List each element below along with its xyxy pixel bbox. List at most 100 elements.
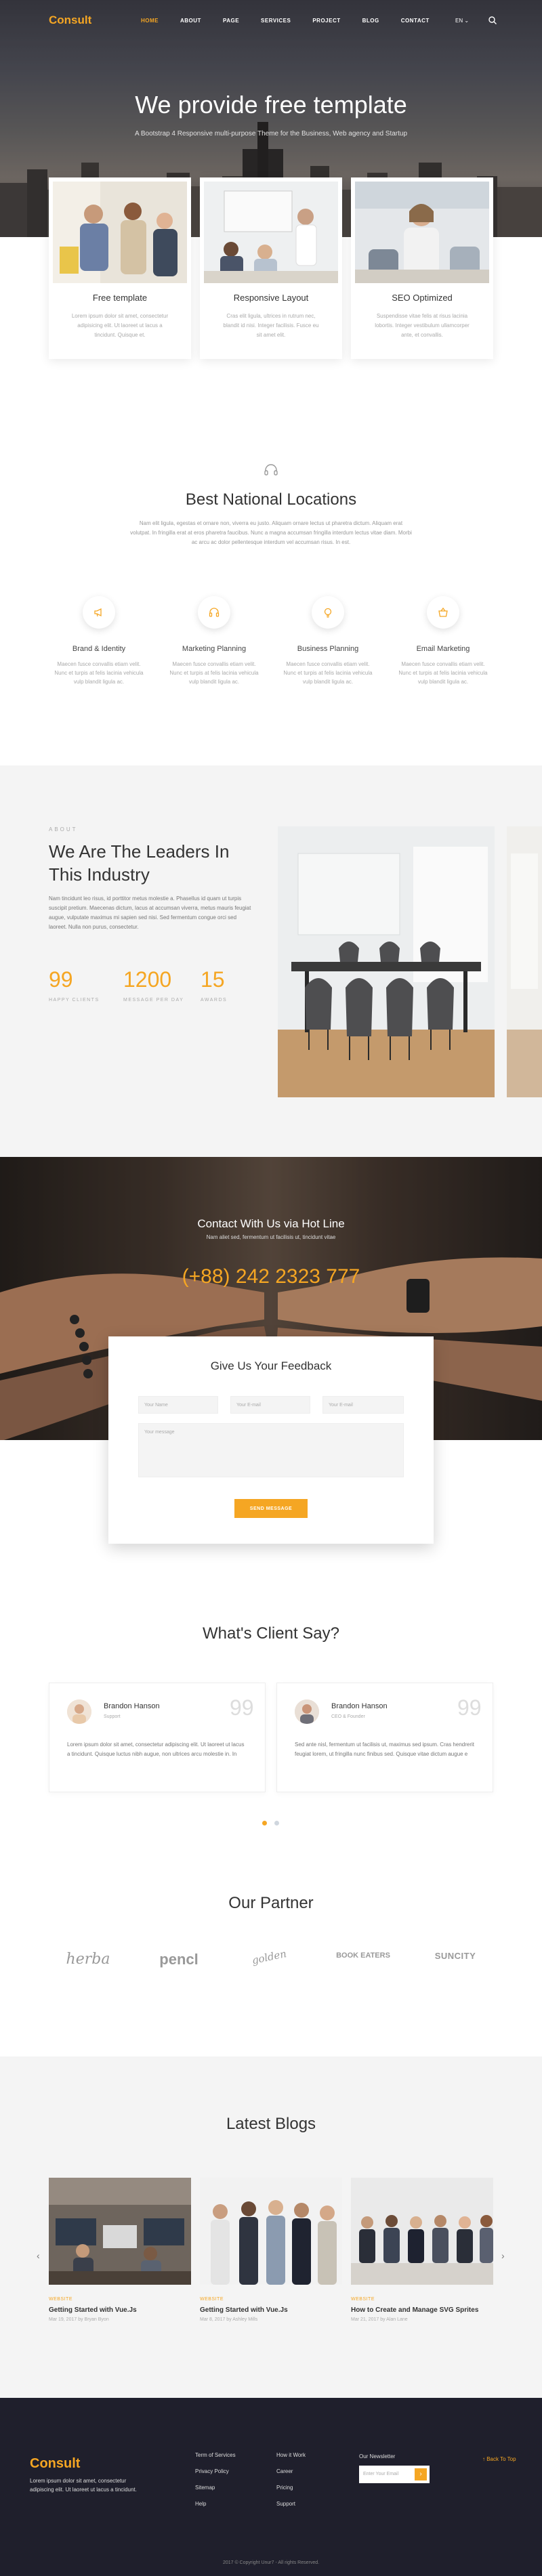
feature-title: Marketing Planning (182, 645, 247, 653)
service-card: Responsive Layout Cras elit ligula, ultr… (200, 177, 342, 359)
testimonial-card: Brandon Hanson Support 99 Lorem ipsum do… (49, 1683, 266, 1792)
hotline-subtitle: Nam aliet sed, fermentum ut facilisis ut… (206, 1234, 336, 1240)
back-to-top-link[interactable]: ↑ Back To Top (482, 2456, 516, 2462)
blog-image-waiting-room (351, 2178, 493, 2285)
blog-image-team (200, 2178, 342, 2285)
nav-item-services[interactable]: SERVICES (261, 18, 291, 24)
client-role: Support (104, 1714, 121, 1719)
client-name: Brandon Hanson (331, 1702, 388, 1710)
blog-image-office (49, 2178, 191, 2285)
nav-item-project[interactable]: PROJECT (312, 18, 340, 24)
newsletter-submit-icon[interactable]: › (415, 2468, 427, 2480)
blogs-title: Latest Blogs (226, 2115, 316, 2133)
footer-link-career[interactable]: Career (276, 2468, 293, 2474)
hotline-phone[interactable]: (+88) 242 2323 777 (0, 1265, 542, 1288)
stat-awards: 15 AWARDS (201, 967, 228, 1002)
about-title: We Are The Leaders In This Industry (49, 841, 230, 885)
feedback-title: Give Us Your Feedback (210, 1359, 332, 1372)
blog-meta: Mar 21, 2017 by Alan Lane (351, 2317, 408, 2322)
footer-link-support[interactable]: Support (276, 2501, 295, 2507)
partner-logo-suncity: SUNCITY (434, 1951, 476, 1961)
blog-category[interactable]: WEBSITE (200, 2297, 224, 2302)
search-icon[interactable] (488, 16, 497, 25)
basket-icon (438, 607, 448, 617)
send-message-button[interactable]: SEND MESSAGE (234, 1499, 308, 1518)
carousel-dot[interactable] (274, 1821, 279, 1825)
footer-about-text: Lorem ipsum dolor sit amet, consectetur … (30, 2478, 137, 2493)
service-title: Responsive Layout (233, 293, 309, 303)
feedback-form: Give Us Your Feedback Your Name Your E-m… (108, 1336, 434, 1544)
nav-item-home[interactable]: HOME (141, 18, 159, 24)
copyright: 2017 © Copyright Unur7 - All rights Rese… (222, 2560, 320, 2565)
service-image-team-meeting (53, 182, 187, 283)
footer-logo[interactable]: Consult (30, 2456, 80, 2472)
carousel-next-icon[interactable]: › (501, 2250, 505, 2261)
client-role: CEO & Founder (331, 1714, 365, 1719)
hero-subtitle: A Bootstrap 4 Responsive multi-purpose T… (134, 130, 408, 138)
email-input-secondary[interactable]: Your E-mail (322, 1396, 404, 1414)
locations-title: Best National Locations (185, 490, 357, 509)
nav-item-contact[interactable]: CONTACT (401, 18, 430, 24)
service-card: SEO Optimized Suspendisse vitae felis at… (351, 177, 493, 359)
feature-title: Email Marketing (416, 645, 470, 653)
service-title: Free template (92, 293, 148, 303)
partners-title: Our Partner (228, 1894, 314, 1912)
message-textarea[interactable]: Your message (138, 1423, 404, 1477)
partner-logo-pencl: pencl (159, 1951, 199, 1968)
avatar (295, 1699, 319, 1724)
name-input[interactable]: Your Name (138, 1396, 218, 1414)
service-text: Cras elit ligula, ultrices in rutrum nec… (223, 313, 319, 338)
partner-logo-book-eaters: BOOK EATERS (336, 1951, 390, 1960)
service-image-office-woman (355, 182, 489, 283)
blog-title[interactable]: Getting Started with Vue.Js (49, 2306, 191, 2314)
testimonials-title: What's Client Say? (203, 1624, 339, 1643)
about-tag: ABOUT (49, 826, 78, 832)
newsletter-label: Our Newsletter (359, 2453, 396, 2459)
about-image-conference-room (278, 826, 495, 1097)
blog-title[interactable]: Getting Started with Vue.Js (200, 2306, 342, 2314)
brand-logo[interactable]: Consult (49, 14, 91, 27)
blog-meta: Mar 8, 2017 by Ashley Mills (200, 2317, 258, 2322)
headphones-icon (209, 608, 220, 617)
nav-item-about[interactable]: ABOUT (180, 18, 201, 24)
quote-icon: 99 (230, 1695, 254, 1720)
testimonial-card: Brandon Hanson CEO & Founder 99 Sed ante… (276, 1683, 493, 1792)
stat-messages: 1200 MESSAGE PER DAY (123, 967, 184, 1002)
footer-link-how-it-work[interactable]: How it Work (276, 2452, 306, 2458)
client-name: Brandon Hanson (104, 1702, 160, 1710)
feature-text: Maecen fusce convallis etiam velit. Nunc… (283, 661, 373, 685)
stat-happy-clients: 99 HAPPY CLIENTS (49, 967, 100, 1002)
blog-category[interactable]: WEBSITE (49, 2297, 72, 2302)
nav-item-blog[interactable]: BLOG (362, 18, 379, 24)
partner-logo-golden: golden (251, 1947, 288, 1967)
main-nav: HOME ABOUT PAGE SERVICES PROJECT BLOG CO… (141, 18, 451, 24)
service-text: Suspendisse vitae felis at risus lacinia… (375, 313, 470, 338)
footer-link-pricing[interactable]: Pricing (276, 2485, 293, 2491)
blog-category[interactable]: WEBSITE (351, 2297, 375, 2302)
blog-title[interactable]: How to Create and Manage SVG Sprites (351, 2306, 493, 2314)
about-text: Nam tincidunt leo risus, id porttitor me… (49, 895, 251, 930)
lightbulb-icon (324, 608, 332, 618)
hero-title: We provide free template (135, 91, 407, 119)
language-select[interactable]: EN ⌄ (455, 18, 469, 24)
nav-item-page[interactable]: PAGE (223, 18, 239, 24)
footer: Consult Lorem ipsum dolor sit amet, cons… (0, 2398, 542, 2576)
hotline-title: Contact With Us via Hot Line (197, 1217, 345, 1230)
blog-meta: Mar 19, 2017 by Bryan Byon (49, 2317, 109, 2322)
avatar (67, 1699, 91, 1724)
service-image-presentation (204, 182, 338, 283)
quote-icon: 99 (457, 1695, 482, 1720)
carousel-dot-active[interactable] (262, 1821, 267, 1825)
footer-link-terms[interactable]: Term of Services (195, 2452, 236, 2458)
carousel-prev-icon[interactable]: ‹ (37, 2250, 40, 2261)
feature-title: Brand & Identity (72, 645, 126, 653)
about-image-secondary (507, 826, 542, 1097)
feature-text: Maecen fusce convallis etiam velit. Nunc… (54, 661, 144, 685)
headset-icon (264, 464, 278, 476)
footer-link-help[interactable]: Help (195, 2501, 206, 2507)
feature-title: Business Planning (297, 645, 359, 653)
footer-link-sitemap[interactable]: Sitemap (195, 2485, 215, 2491)
locations-description: Nam elit ligula, egestas et ornare non, … (130, 520, 412, 545)
email-input[interactable]: Your E-mail (230, 1396, 310, 1414)
footer-link-privacy[interactable]: Privacy Policy (195, 2468, 229, 2474)
